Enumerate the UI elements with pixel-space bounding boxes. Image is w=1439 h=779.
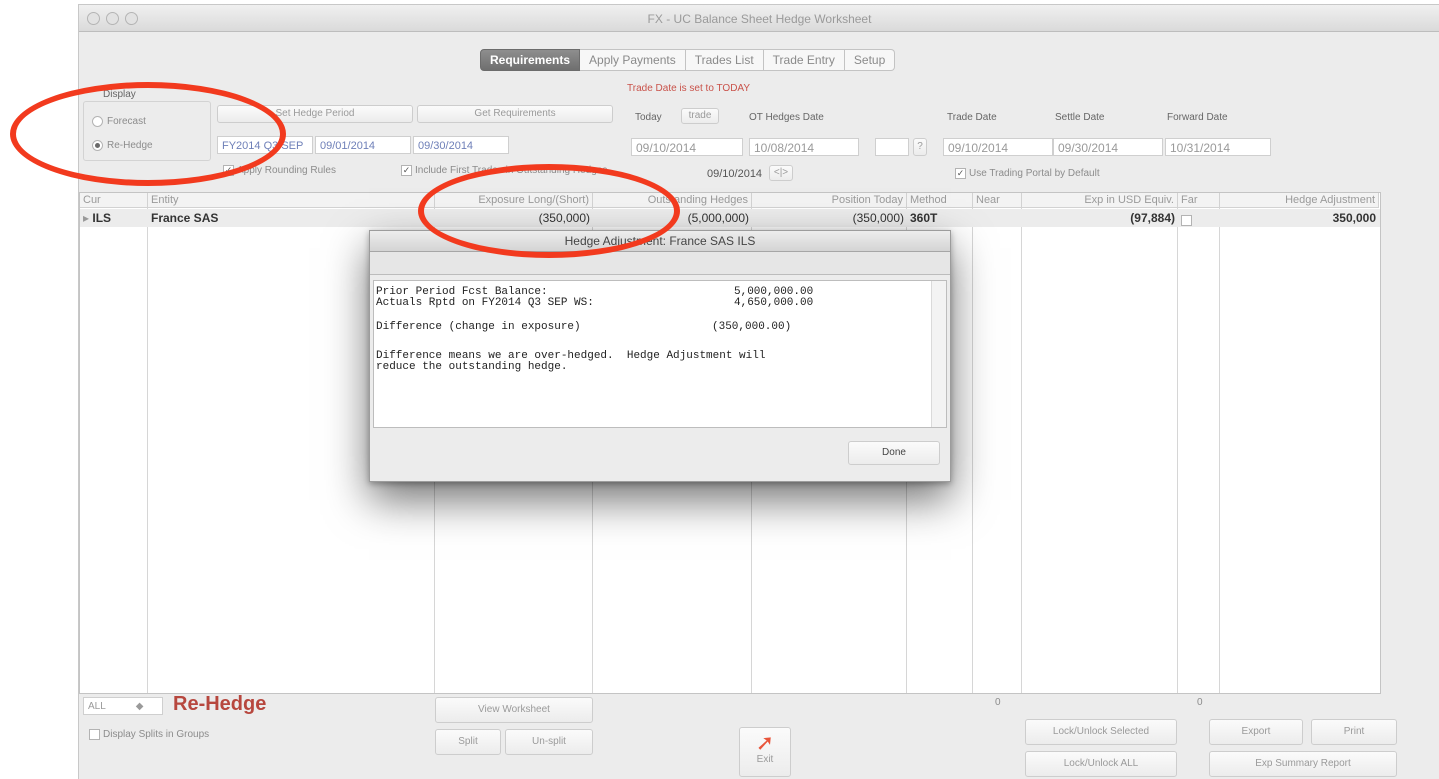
display-group: Forecast Re-Hedge	[83, 101, 211, 161]
exit-arrow-icon: ➚	[755, 730, 775, 755]
cell-near	[973, 209, 1022, 227]
dialog-title: Hedge Adjustment: France SAS ILS	[370, 231, 950, 252]
date-stepper[interactable]: <|>	[769, 165, 793, 181]
tab-bar: Requirements Apply Payments Trades List …	[480, 49, 896, 71]
mode-title: Re-Hedge	[173, 693, 267, 715]
line2-label: Actuals Rptd on FY2014 Q3 SEP WS:	[376, 297, 594, 309]
message-line-2: reduce the outstanding hedge.	[376, 361, 568, 373]
exit-label: Exit	[756, 754, 774, 765]
column-header-adjustment[interactable]: Hedge Adjustment	[1220, 193, 1379, 208]
column-header-position[interactable]: Position Today	[752, 193, 907, 208]
apply-rounding-option[interactable]: ✓ Apply Rounding Rules	[223, 165, 336, 176]
display-splits-checkbox[interactable]	[89, 729, 100, 740]
split-button[interactable]: Split	[435, 729, 501, 755]
trade-date-field[interactable]: 09/10/2014	[943, 138, 1053, 156]
column-header-usd[interactable]: Exp in USD Equiv.	[1022, 193, 1178, 208]
column-header-cur[interactable]: Cur	[80, 193, 148, 208]
forward-date-label: Forward Date	[1167, 112, 1228, 123]
cell-outstanding: (5,000,000)	[687, 211, 749, 225]
column-header-method[interactable]: Method	[907, 193, 973, 208]
help-button[interactable]: ?	[913, 138, 927, 156]
use-portal-option[interactable]: ✓ Use Trading Portal by Default	[955, 168, 1100, 179]
cell-entity: France SAS	[151, 211, 219, 225]
lock-selected-button[interactable]: Lock/Unlock Selected	[1025, 719, 1177, 745]
view-worksheet-button[interactable]: View Worksheet	[435, 697, 593, 723]
tab-setup[interactable]: Setup	[844, 49, 896, 71]
mid-date-text: 09/10/2014	[707, 168, 763, 180]
ot-hedges-extra-field[interactable]	[875, 138, 909, 156]
ot-hedges-label: OT Hedges Date	[749, 112, 824, 123]
dialog-scrollbar[interactable]	[931, 281, 946, 427]
print-button[interactable]: Print	[1311, 719, 1397, 745]
forecast-radio[interactable]	[92, 116, 103, 127]
export-button[interactable]: Export	[1209, 719, 1303, 745]
period-end-field[interactable]: 09/30/2014	[413, 136, 509, 154]
trade-date-notice: Trade Date is set to TODAY	[627, 83, 751, 94]
include-trades-option[interactable]: ✓ Include First Trades in Outstanding Hed…	[401, 165, 607, 176]
tab-trade-entry[interactable]: Trade Entry	[763, 49, 845, 71]
forecast-option[interactable]: Forecast	[92, 116, 146, 127]
filter-select[interactable]: ALL ◆	[83, 697, 163, 715]
set-hedge-period-button[interactable]: Set Hedge Period	[217, 105, 413, 123]
dialog-text-area[interactable]: Prior Period Fcst Balance: 5,000,000.00 …	[373, 280, 947, 428]
far-count: 0	[1197, 697, 1203, 708]
period-start-field[interactable]: 09/01/2014	[315, 136, 411, 154]
column-header-entity[interactable]: Entity	[148, 193, 435, 208]
column-header-near[interactable]: Near	[973, 193, 1022, 208]
ot-hedges-date-field[interactable]: 10/08/2014	[749, 138, 859, 156]
forward-date-field[interactable]: 10/31/2014	[1165, 138, 1271, 156]
rehedge-radio[interactable]	[92, 140, 103, 151]
cell-position: (350,000)	[852, 211, 904, 225]
far-checkbox[interactable]	[1181, 215, 1192, 227]
exit-button[interactable]: ➚ Exit	[739, 727, 791, 777]
window-title: FX - UC Balance Sheet Hedge Worksheet	[647, 12, 872, 26]
settle-date-label: Settle Date	[1055, 112, 1105, 123]
display-splits-option[interactable]: Display Splits in Groups	[89, 729, 209, 740]
tab-requirements[interactable]: Requirements	[480, 49, 581, 71]
tab-trades-list[interactable]: Trades List	[685, 49, 764, 71]
summary-report-button[interactable]: Exp Summary Report	[1209, 751, 1397, 777]
cell-cur: ▸ ILS	[83, 211, 112, 225]
include-trades-checkbox[interactable]: ✓	[401, 165, 412, 176]
rehedge-option[interactable]: Re-Hedge	[92, 140, 153, 151]
lock-all-button[interactable]: Lock/Unlock ALL	[1025, 751, 1177, 777]
line2-value: 4,650,000.00	[734, 297, 814, 309]
display-label: Display	[103, 89, 136, 100]
cell-exposure: (350,000)	[538, 211, 590, 225]
dialog-toolbar	[370, 252, 950, 275]
today-date-field[interactable]: 09/10/2014	[631, 138, 743, 156]
table-row[interactable]: ▸ ILS France SAS (350,000) (5,000,000) (…	[80, 209, 1380, 227]
hedge-adjustment-dialog: Hedge Adjustment: France SAS ILS Prior P…	[369, 230, 951, 482]
line3-label: Difference (change in exposure)	[376, 321, 581, 333]
tab-apply-payments[interactable]: Apply Payments	[580, 49, 686, 71]
trade-button[interactable]: trade	[681, 108, 719, 124]
cell-usd: (97,884)	[1130, 211, 1175, 225]
apply-rounding-checkbox[interactable]: ✓	[223, 165, 234, 176]
settle-date-field[interactable]: 09/30/2014	[1053, 138, 1163, 156]
title-bar: FX - UC Balance Sheet Hedge Worksheet	[79, 5, 1439, 32]
done-button[interactable]: Done	[848, 441, 940, 465]
cell-adjustment[interactable]: 350,000	[1220, 209, 1379, 227]
today-label: Today	[635, 112, 662, 123]
column-header-outstanding[interactable]: Outstanding Hedges	[593, 193, 752, 208]
line3-value: (350,000.00)	[712, 321, 792, 333]
cell-method: 360T	[910, 211, 938, 225]
get-requirements-button[interactable]: Get Requirements	[417, 105, 613, 123]
column-header-far[interactable]: Far	[1178, 193, 1220, 208]
cell-far	[1178, 209, 1220, 227]
near-count: 0	[995, 697, 1001, 708]
trade-date-label: Trade Date	[947, 112, 997, 123]
column-header-exposure[interactable]: Exposure Long/(Short)	[435, 193, 593, 208]
period-name-field[interactable]: FY2014 Q3 SEP	[217, 136, 313, 154]
unsplit-button[interactable]: Un-split	[505, 729, 593, 755]
use-portal-checkbox[interactable]: ✓	[955, 168, 966, 179]
